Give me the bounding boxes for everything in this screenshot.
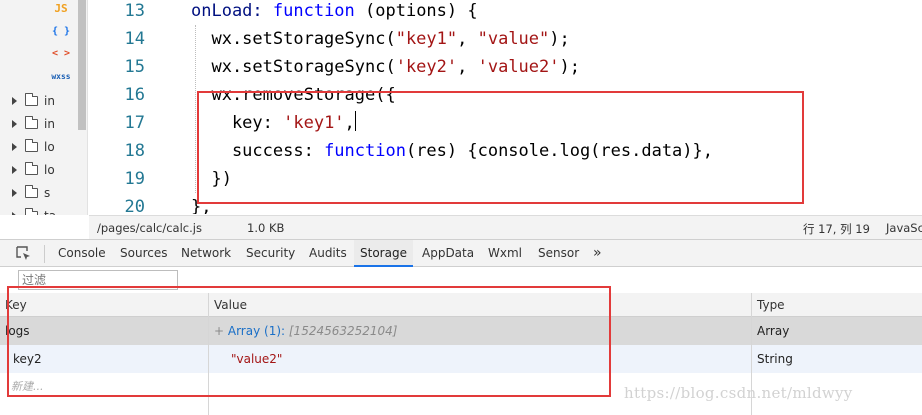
more-tabs-button[interactable]: » — [587, 240, 608, 267]
line-number: 13 — [124, 1, 145, 21]
folder-icon — [25, 116, 38, 129]
code-line-14: wx.setStorageSync("key1", "value"); — [191, 29, 570, 49]
status-bar: /pages/calc/calc.js 1.0 KB 行 17, 列 19 Ja… — [89, 215, 922, 239]
tab-wxml[interactable]: Wxml — [482, 240, 528, 267]
json-icon[interactable]: { } — [48, 26, 74, 37]
code-line-15: wx.setStorageSync('key2', 'value2'); — [191, 57, 580, 77]
file-size: 1.0 KB — [247, 221, 285, 235]
expand-arrow-icon[interactable] — [12, 97, 17, 105]
file-tree-panel: JS { } < > wxss in in lo lo s ta — [0, 0, 88, 215]
tab-sources[interactable]: Sources — [114, 240, 173, 267]
row-type: String — [757, 352, 793, 366]
tab-appdata[interactable]: AppData — [416, 240, 480, 267]
table-highlight-box — [7, 286, 611, 397]
tree-scrollbar[interactable] — [78, 0, 86, 130]
row-type: Array — [757, 324, 790, 338]
tab-sensor[interactable]: Sensor — [532, 240, 585, 267]
expand-arrow-icon[interactable] — [12, 120, 17, 128]
wxss-icon[interactable]: wxss — [48, 72, 74, 81]
wxml-icon[interactable]: < > — [48, 48, 74, 59]
tree-folder[interactable]: lo — [8, 137, 55, 157]
devtools-tab-bar: Console Sources Network Security Audits … — [0, 239, 922, 267]
tree-folder[interactable]: in — [8, 91, 55, 111]
tree-folder[interactable]: ta — [8, 206, 56, 215]
line-number: 14 — [124, 29, 145, 49]
folder-icon — [25, 162, 38, 175]
column-header-type[interactable]: Type — [752, 293, 922, 317]
language-mode[interactable]: JavaScript — [886, 221, 922, 235]
line-number: 18 — [124, 141, 145, 161]
line-number: 16 — [124, 85, 145, 105]
tab-separator — [44, 245, 45, 263]
tab-security[interactable]: Security — [240, 240, 301, 267]
expand-arrow-icon[interactable] — [12, 143, 17, 151]
js-icon[interactable]: JS — [48, 2, 74, 15]
folder-icon — [25, 208, 38, 215]
inspect-element-icon[interactable] — [16, 246, 32, 262]
expand-arrow-icon[interactable] — [12, 189, 17, 197]
code-highlight-box — [197, 91, 804, 204]
tab-storage[interactable]: Storage — [354, 240, 413, 267]
line-number: 15 — [124, 57, 145, 77]
line-number: 17 — [124, 113, 145, 133]
folder-icon — [25, 93, 38, 106]
tab-console[interactable]: Console — [52, 240, 112, 267]
expand-arrow-icon[interactable] — [12, 166, 17, 174]
folder-icon — [25, 139, 38, 152]
cursor-position[interactable]: 行 17, 列 19 — [803, 221, 870, 237]
line-number: 20 — [124, 197, 145, 214]
line-number: 19 — [124, 169, 145, 189]
code-line-13: onLoad: function (options) { — [191, 1, 478, 21]
tab-audits[interactable]: Audits — [303, 240, 353, 267]
tab-network[interactable]: Network — [175, 240, 237, 267]
file-path: /pages/calc/calc.js — [97, 221, 202, 235]
tree-folder[interactable]: s — [8, 183, 50, 203]
tree-folder[interactable]: lo — [8, 160, 55, 180]
expand-arrow-icon[interactable] — [12, 212, 17, 215]
watermark: https://blog.csdn.net/mldwyy — [624, 384, 853, 402]
tree-folder[interactable]: in — [8, 114, 55, 134]
folder-icon — [25, 185, 38, 198]
